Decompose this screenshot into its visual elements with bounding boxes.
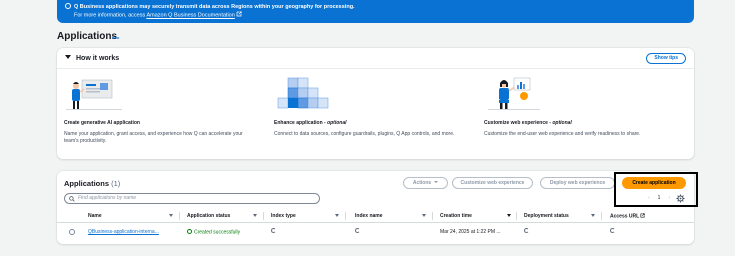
- applications-count: (1): [111, 179, 121, 188]
- external-link-icon: [640, 213, 646, 218]
- column-resizer[interactable]: [263, 212, 264, 220]
- step-enhance: Enhance application - optional Connect t…: [274, 74, 474, 138]
- external-link-icon: [236, 11, 242, 17]
- page-title: Applications: [57, 31, 118, 42]
- column-application-status[interactable]: Application status: [187, 213, 230, 219]
- sort-descending-icon[interactable]: [507, 214, 511, 217]
- banner-line-1: Q Business applications may securely tra…: [65, 3, 686, 11]
- step-customize: Customize web experience - optional Cust…: [484, 74, 684, 138]
- step-3-description: Customize the end-user web experience an…: [484, 131, 641, 137]
- caret-down-icon: [65, 55, 71, 59]
- column-resizer[interactable]: [179, 212, 180, 220]
- column-creation-time[interactable]: Creation time: [440, 213, 472, 219]
- show-tips-button[interactable]: Show tips: [646, 53, 686, 64]
- application-name-link[interactable]: QBusiness-application-interna...: [88, 229, 159, 235]
- creation-time-value: Mar 24, 2025 at 1:22 PM ...: [440, 229, 501, 235]
- sort-icon[interactable]: [591, 214, 595, 217]
- person-with-chart-illustration: [488, 77, 540, 110]
- deploy-web-experience-button[interactable]: Deploy web experience: [540, 177, 615, 189]
- actions-dropdown-button[interactable]: Actions: [403, 177, 448, 189]
- how-it-works-panel: How it works Show tips Create generative…: [57, 48, 694, 159]
- blocks-illustration: [277, 77, 329, 109]
- highlight-box: [614, 172, 698, 207]
- customize-web-experience-button[interactable]: Customize web experience: [452, 177, 533, 189]
- column-index-type[interactable]: Index type: [271, 213, 296, 219]
- table-header: Name Application status Index type Index…: [57, 209, 694, 223]
- column-access-url[interactable]: Access URL: [610, 213, 646, 220]
- step-1-description: Name your application, grant access, and…: [64, 131, 243, 144]
- loading-spinner-icon: [271, 228, 276, 233]
- applications-table-container: Applications (1) Actions Customize web e…: [57, 171, 694, 244]
- column-resizer[interactable]: [432, 212, 433, 220]
- row-select-radio[interactable]: [69, 229, 75, 235]
- step-3-title: Customize web experience - optional: [484, 120, 572, 126]
- sort-icon[interactable]: [422, 214, 426, 217]
- sort-icon[interactable]: [335, 214, 339, 217]
- success-icon: [187, 229, 192, 234]
- column-name[interactable]: Name: [88, 213, 102, 219]
- column-resizer[interactable]: [516, 212, 517, 220]
- documentation-link[interactable]: Amazon Q Business Documentation: [146, 13, 234, 19]
- step-1-title: Create generative AI application: [64, 120, 140, 126]
- column-index-name[interactable]: Index name: [355, 213, 383, 219]
- info-banner: Q Business applications may securely tra…: [57, 0, 694, 23]
- search-icon: [69, 196, 75, 202]
- search-input[interactable]: Find applications by name: [64, 193, 320, 204]
- column-deployment-status[interactable]: Deployment status: [524, 213, 569, 219]
- info-link[interactable]: Info: [112, 35, 119, 40]
- how-it-works-toggle[interactable]: How it works: [65, 55, 119, 62]
- info-circle-icon: [65, 3, 71, 9]
- sort-icon[interactable]: [253, 214, 257, 217]
- banner-line-2: For more information, access Amazon Q Bu…: [65, 11, 686, 20]
- applications-header: Applications (1): [64, 179, 121, 188]
- loading-spinner-icon: [610, 228, 615, 233]
- table-row[interactable]: QBusiness-application-interna... Created…: [57, 223, 694, 241]
- column-resizer[interactable]: [345, 212, 346, 220]
- person-presenting-illustration: [66, 79, 122, 110]
- step-2-title: Enhance application - optional: [274, 120, 347, 126]
- step-create: Create generative AI application Name yo…: [64, 74, 264, 145]
- sort-icon[interactable]: [169, 214, 173, 217]
- loading-spinner-icon: [355, 228, 360, 233]
- divider: [57, 68, 694, 69]
- loading-spinner-icon: [524, 228, 529, 233]
- caret-down-icon: [434, 181, 439, 183]
- step-2-description: Connect to data sources, configure guard…: [274, 131, 455, 137]
- search-placeholder: Find applications by name: [78, 195, 137, 201]
- status-badge: Created successfully: [187, 229, 240, 236]
- column-resizer[interactable]: [601, 212, 602, 220]
